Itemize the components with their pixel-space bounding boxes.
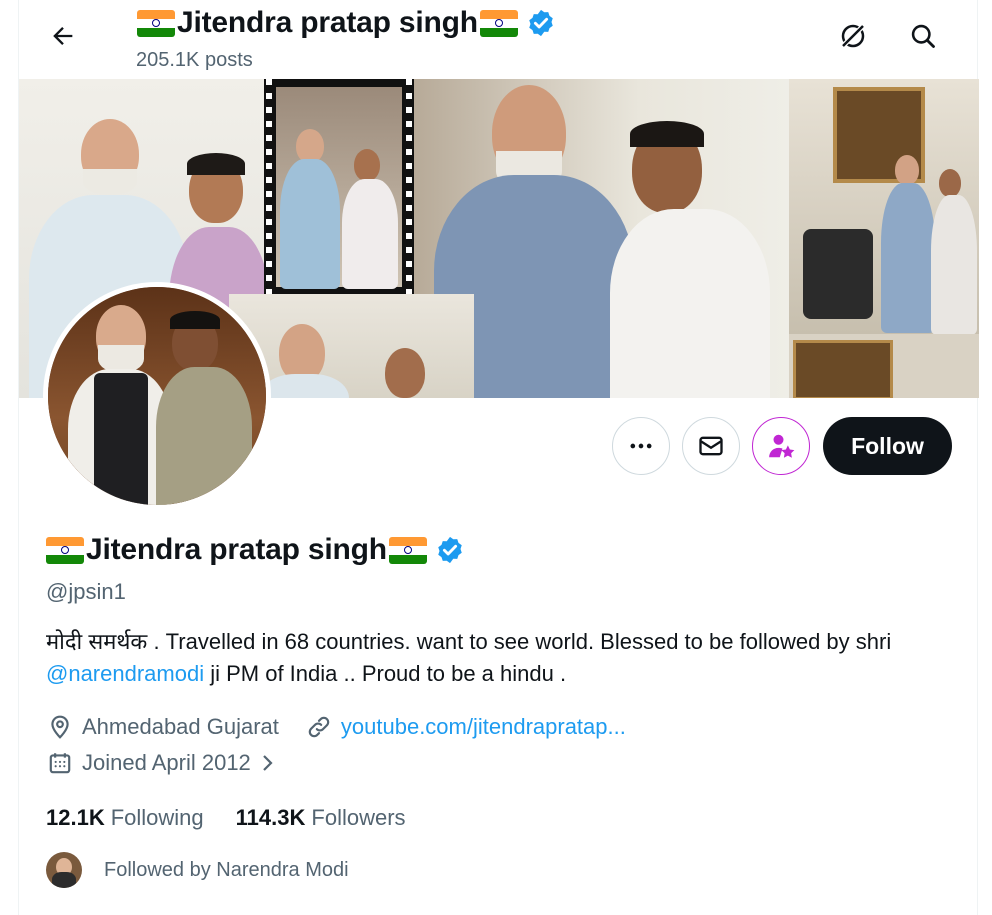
verified-badge-icon bbox=[529, 9, 553, 37]
profile-header: Jitendra pratap singh 205.1K posts bbox=[19, 0, 979, 78]
search-button[interactable] bbox=[903, 16, 943, 56]
followers-count: 114.3K bbox=[235, 805, 306, 830]
banner-photo-5 bbox=[789, 334, 979, 398]
profile-joined-row[interactable]: Joined April 2012 bbox=[46, 749, 279, 777]
followed-by-text: Followed by Narendra Modi bbox=[104, 858, 349, 881]
location-icon bbox=[46, 713, 74, 741]
subscribe-button[interactable] bbox=[752, 417, 810, 475]
following-label: Following bbox=[110, 805, 204, 830]
header-name: Jitendra pratap singh bbox=[177, 6, 478, 39]
follower-avatar[interactable] bbox=[46, 852, 82, 888]
header-title: Jitendra pratap singh bbox=[137, 6, 556, 40]
link-icon bbox=[305, 713, 333, 741]
profile-website-link[interactable]: youtube.com/jitendrapratap... bbox=[341, 714, 626, 740]
grok-button[interactable] bbox=[833, 16, 873, 56]
profile-bio: मोदी समर्थक . Travelled in 68 countries.… bbox=[46, 626, 956, 690]
back-button[interactable] bbox=[43, 16, 83, 56]
india-flag-icon bbox=[479, 9, 518, 37]
bio-mention-link[interactable]: @narendramodi bbox=[46, 661, 204, 686]
more-button[interactable] bbox=[612, 417, 670, 475]
follow-button[interactable]: Follow bbox=[823, 417, 952, 475]
more-icon bbox=[630, 443, 652, 449]
message-button[interactable] bbox=[682, 417, 740, 475]
arrow-left-icon bbox=[53, 27, 73, 45]
bio-text: मोदी समर्थक . Travelled in 68 countries.… bbox=[46, 629, 892, 654]
profile-avatar[interactable] bbox=[43, 282, 271, 510]
profile-joined: Joined April 2012 bbox=[82, 750, 251, 775]
post-count: 205.1K posts bbox=[136, 49, 253, 71]
bio-text-tail: ji PM of India .. Proud to be a hindu . bbox=[204, 661, 567, 686]
profile-location: Ahmedabad Gujarat bbox=[82, 714, 279, 739]
profile-name: Jitendra pratap singh bbox=[86, 533, 387, 566]
banner-photo-4 bbox=[789, 79, 979, 334]
profile-page: Jitendra pratap singh 205.1K posts Follo… bbox=[18, 0, 979, 915]
calendar-icon bbox=[46, 749, 74, 777]
profile-name-row: Jitendra pratap singh bbox=[46, 533, 465, 567]
subscribe-icon bbox=[769, 434, 795, 458]
following-count: 12.1K bbox=[46, 805, 105, 830]
follow-stats: 12.1K Following 114.3K Followers bbox=[46, 805, 406, 831]
profile-handle: @jpsin1 bbox=[46, 579, 126, 604]
banner-photo-2 bbox=[264, 79, 414, 294]
followed-by-row[interactable]: Followed by Narendra Modi bbox=[46, 852, 349, 888]
verified-badge-icon[interactable] bbox=[435, 535, 465, 565]
india-flag-icon bbox=[137, 9, 175, 37]
following-link[interactable]: 12.1K Following bbox=[46, 805, 204, 831]
chevron-right-icon bbox=[263, 755, 273, 771]
india-flag-icon bbox=[46, 536, 84, 564]
india-flag-icon bbox=[388, 536, 427, 564]
message-icon bbox=[699, 436, 723, 456]
followers-link[interactable]: 114.3K Followers bbox=[236, 805, 406, 831]
followers-label: Followers bbox=[311, 805, 406, 830]
grok-icon bbox=[839, 22, 867, 50]
profile-meta-row: Ahmedabad Gujarat youtube.com/jitendrapr… bbox=[46, 713, 626, 741]
search-icon bbox=[911, 24, 935, 48]
